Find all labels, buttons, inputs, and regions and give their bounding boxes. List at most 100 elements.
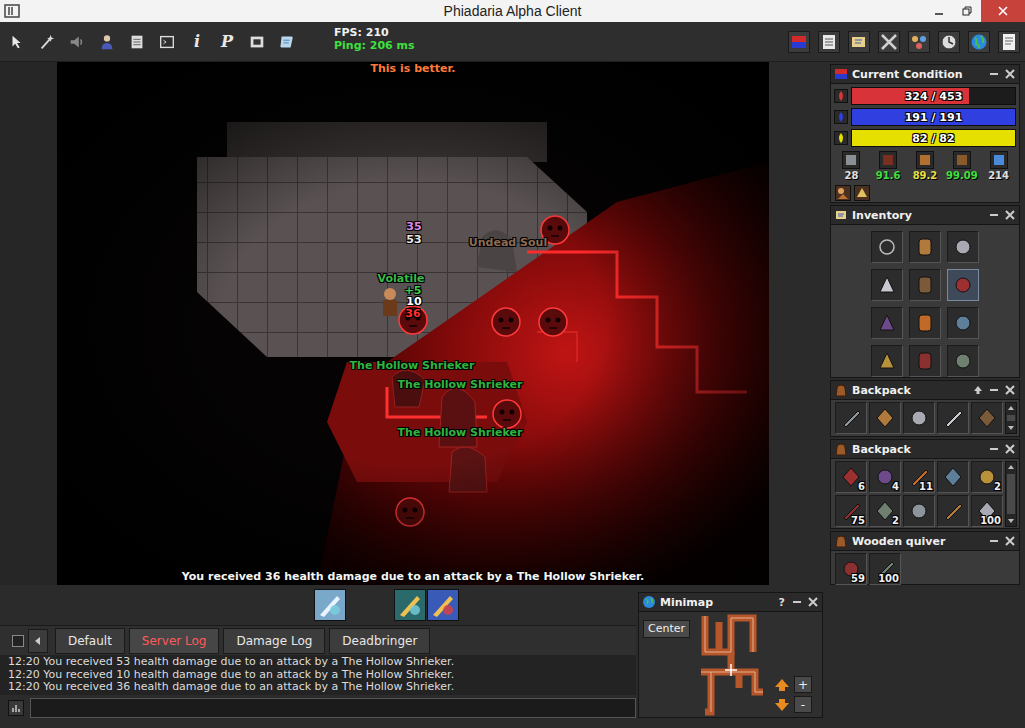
chat-tab[interactable]: Deadbringer [329, 628, 430, 654]
panel-header[interactable]: Backpack [831, 440, 1019, 459]
close-button[interactable] [981, 0, 1025, 22]
empty-slot-icon [875, 235, 899, 259]
equipment-slot[interactable] [947, 231, 979, 263]
panel-header[interactable]: Minimap ? [639, 593, 822, 612]
floor-down-icon[interactable] [773, 697, 791, 713]
up-icon[interactable] [972, 384, 984, 396]
scrollbar[interactable] [1005, 402, 1017, 434]
item-count: 6 [858, 481, 865, 492]
help-button[interactable]: ? [777, 596, 787, 609]
item-slot[interactable] [937, 402, 969, 434]
panel-header[interactable]: Backpack [831, 381, 1019, 400]
equipment-slot[interactable] [871, 345, 903, 377]
item-slot[interactable]: 2 [869, 495, 901, 527]
equipment-slot[interactable] [909, 269, 941, 301]
item-slot[interactable]: 59 [835, 553, 867, 585]
equipment-slot[interactable] [909, 231, 941, 263]
close-icon[interactable] [1004, 209, 1016, 221]
scroll-down-icon[interactable] [1006, 423, 1016, 433]
chat-tab[interactable]: Damage Log [223, 628, 325, 654]
tab-scroll-button[interactable] [28, 629, 48, 653]
minimize-icon[interactable] [791, 596, 803, 608]
toolbar-glyph: i [194, 32, 200, 51]
center-button[interactable]: Center [643, 620, 690, 638]
close-icon[interactable] [1004, 535, 1016, 547]
minimize-icon[interactable] [988, 68, 1000, 80]
hotbar-slot[interactable] [427, 589, 459, 621]
minimize-button[interactable] [925, 0, 953, 22]
toolbar-button[interactable] [246, 30, 268, 54]
minimize-icon[interactable] [988, 209, 1000, 221]
toolbar-button[interactable] [96, 30, 118, 54]
restore-button[interactable] [953, 0, 981, 22]
toolbar-button[interactable] [276, 30, 298, 54]
item-slot[interactable]: 75 [835, 495, 867, 527]
item-slot[interactable] [869, 402, 901, 434]
item-slot[interactable] [903, 495, 935, 527]
panel-toggle-button[interactable] [878, 31, 900, 53]
panel-header[interactable]: Wooden quiver [831, 532, 1019, 551]
minimap-map[interactable] [691, 612, 771, 718]
item-slot[interactable]: 100 [869, 553, 901, 585]
item-slot[interactable]: 11 [903, 461, 935, 493]
hotbar-empty-slot[interactable] [347, 589, 393, 621]
equipment-slot[interactable] [947, 269, 979, 301]
toolbar-button[interactable] [66, 30, 88, 54]
toolbar-button[interactable]: P [216, 30, 238, 54]
chat-tab[interactable]: Server Log [129, 628, 220, 654]
panel-toggle-button[interactable] [908, 31, 930, 53]
panel-toggle-button[interactable] [968, 31, 990, 53]
toolbar-button[interactable] [6, 30, 28, 54]
hotbar-slot[interactable] [394, 589, 426, 621]
equipment-slot[interactable] [909, 307, 941, 339]
item-icon [951, 349, 975, 373]
item-slot[interactable] [903, 402, 935, 434]
equipment-slot[interactable] [871, 307, 903, 339]
item-slot[interactable] [835, 402, 867, 434]
item-slot[interactable]: 6 [835, 461, 867, 493]
toolbar-button[interactable]: i [186, 30, 208, 54]
close-icon[interactable] [1004, 443, 1016, 455]
hotbar-slot[interactable] [314, 589, 346, 621]
zoom-in-button[interactable]: + [794, 676, 812, 693]
scroll-down-icon[interactable] [1006, 516, 1016, 526]
panel-toggle-button[interactable] [998, 31, 1020, 53]
toolbar-button[interactable] [36, 30, 58, 54]
minimize-icon[interactable] [988, 384, 1000, 396]
close-icon[interactable] [1004, 384, 1016, 396]
scroll-up-icon[interactable] [1006, 403, 1016, 413]
item-slot[interactable] [971, 402, 1003, 434]
close-icon[interactable] [1004, 68, 1016, 80]
toolbar-button[interactable] [156, 30, 178, 54]
item-slot[interactable] [937, 495, 969, 527]
minimize-icon[interactable] [988, 535, 1000, 547]
scrollbar[interactable] [1005, 461, 1017, 527]
chat-input[interactable] [30, 698, 636, 718]
channel-icon[interactable] [8, 700, 24, 716]
item-slot[interactable] [937, 461, 969, 493]
item-slot[interactable]: 4 [869, 461, 901, 493]
item-slot[interactable]: 100 [971, 495, 1003, 527]
minimize-icon[interactable] [988, 443, 1000, 455]
panel-header[interactable]: Current Condition [831, 65, 1019, 84]
zoom-out-button[interactable]: - [794, 696, 812, 713]
item-icon [913, 349, 937, 373]
chat-tab[interactable]: Default [55, 628, 125, 654]
game-view[interactable]: This is better. 3553Undead SoulVolatile+… [57, 62, 769, 585]
equipment-slot[interactable] [909, 345, 941, 377]
panel-toggle-button[interactable] [848, 31, 870, 53]
floor-up-icon[interactable] [773, 677, 791, 693]
panel-toggle-button[interactable] [788, 31, 810, 53]
equipment-slot[interactable] [871, 231, 903, 263]
close-icon[interactable] [807, 596, 819, 608]
item-slot[interactable]: 2 [971, 461, 1003, 493]
scroll-up-icon[interactable] [1006, 462, 1016, 472]
equipment-slot[interactable] [871, 269, 903, 301]
toolbar-button[interactable] [126, 30, 148, 54]
chat-checkbox[interactable] [12, 635, 24, 647]
equipment-slot[interactable] [947, 307, 979, 339]
equipment-slot[interactable] [947, 345, 979, 377]
panel-toggle-button[interactable] [938, 31, 960, 53]
panel-toggle-button[interactable] [818, 31, 840, 53]
panel-header[interactable]: Inventory [831, 206, 1019, 225]
